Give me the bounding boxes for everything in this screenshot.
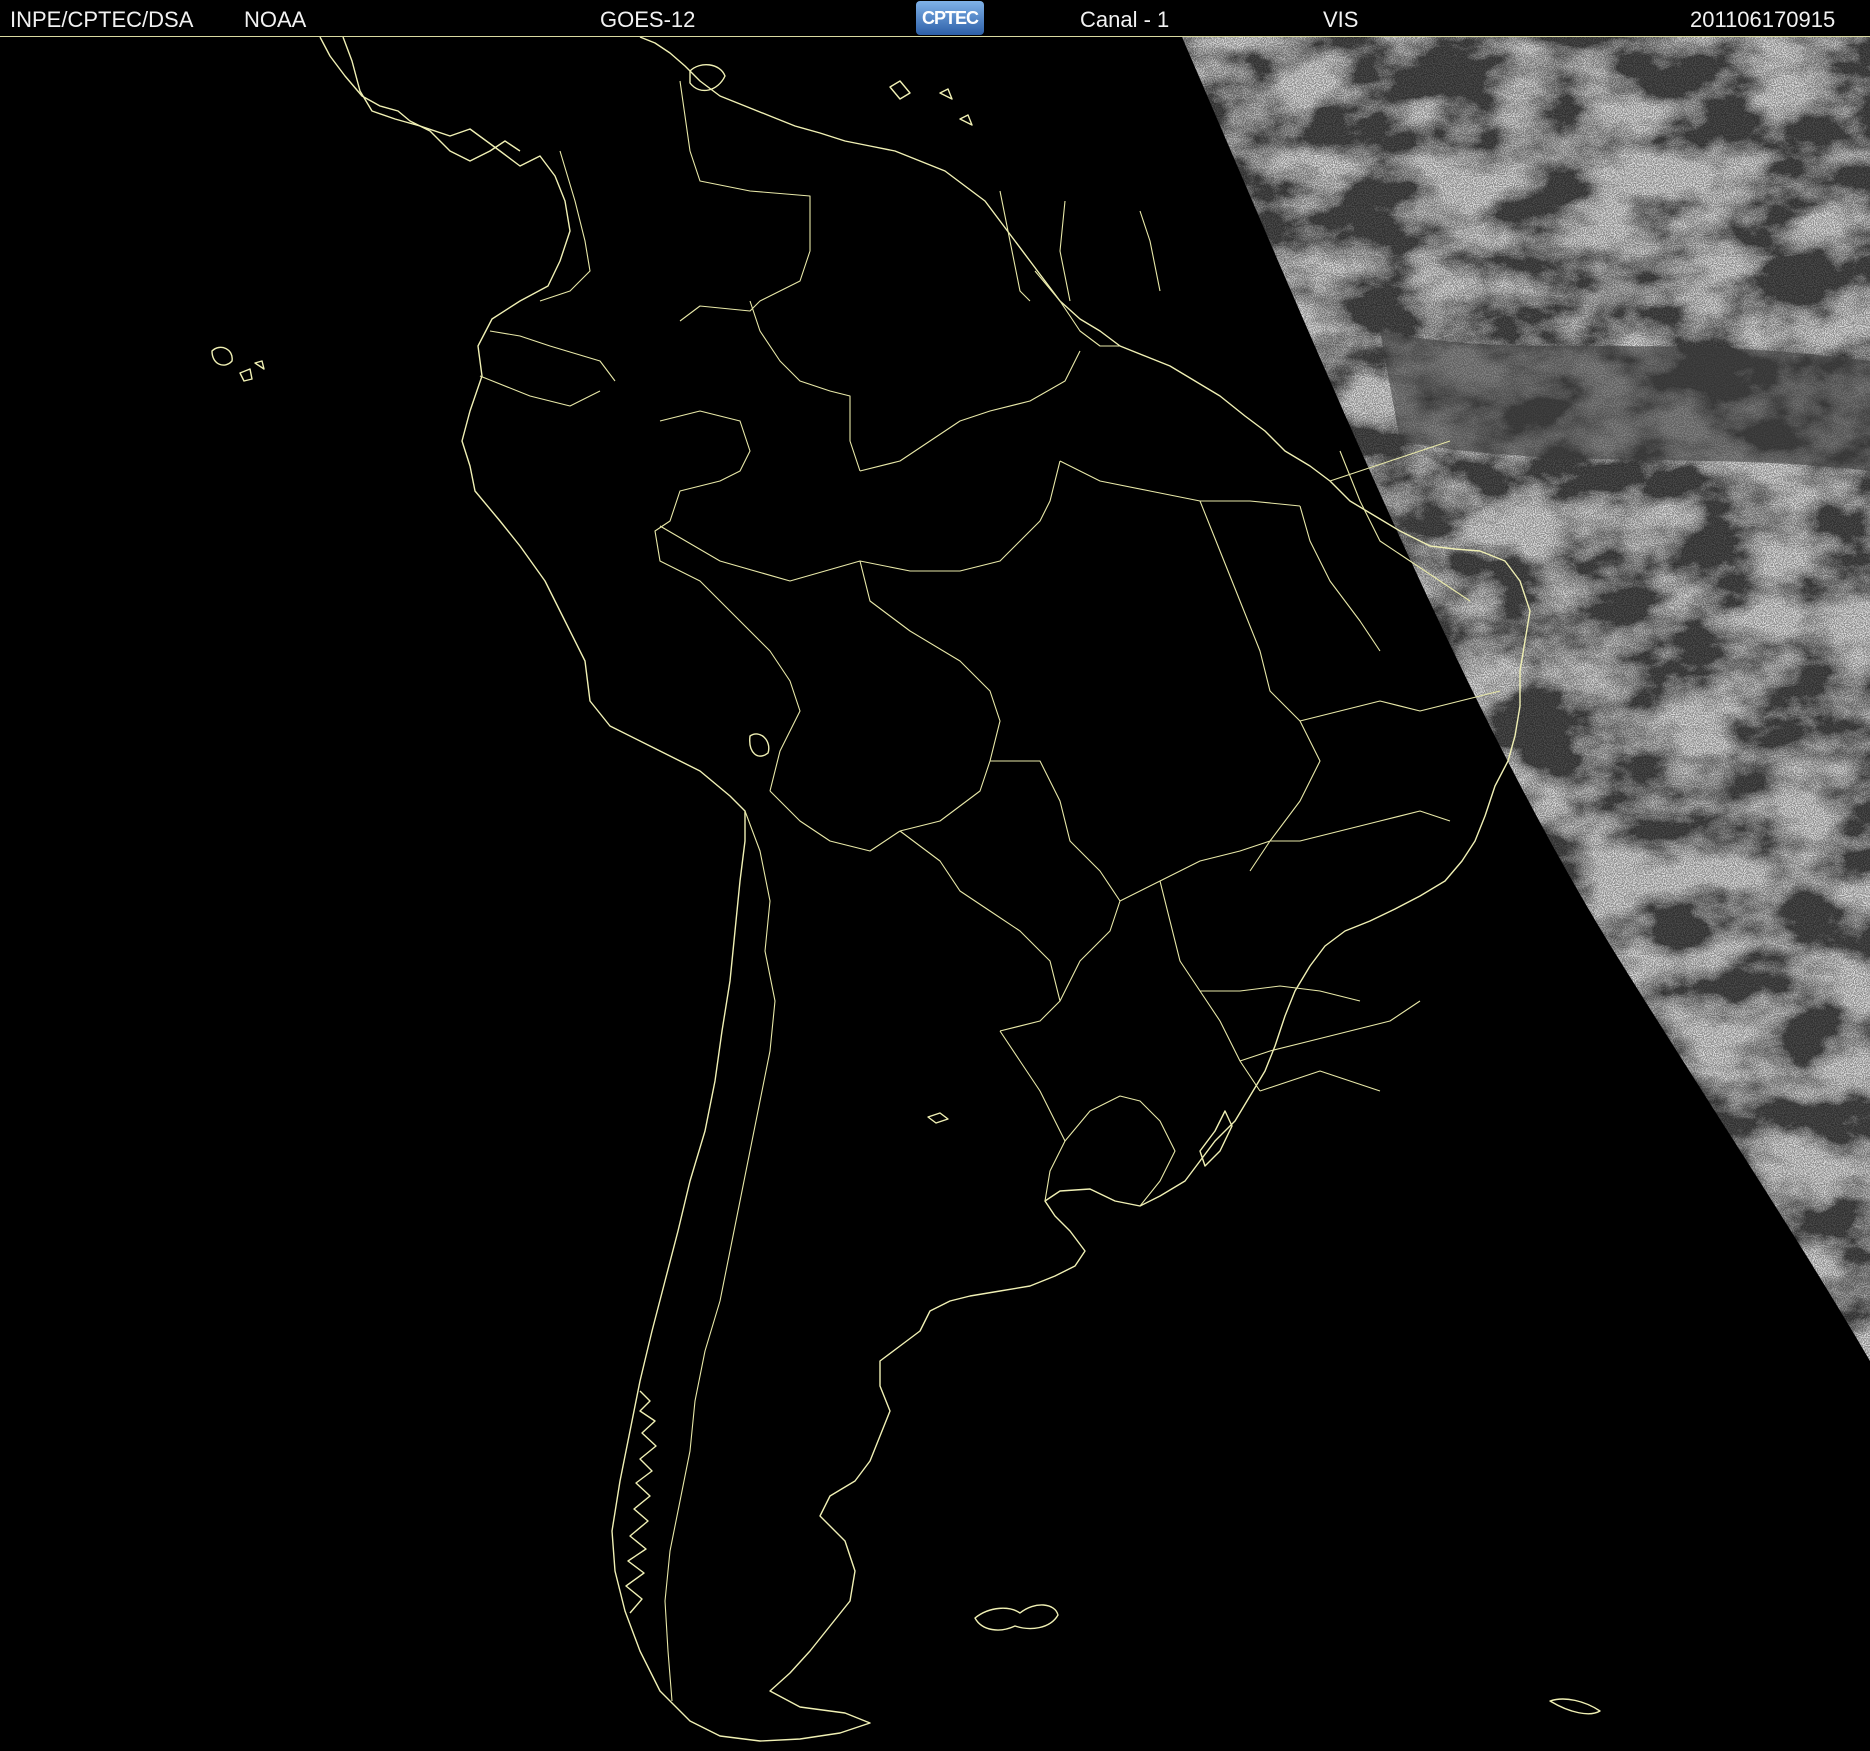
source-label: NOAA bbox=[244, 7, 307, 32]
caribbean-islands bbox=[689, 64, 973, 126]
channel-label: Canal - 1 bbox=[1080, 7, 1170, 32]
falkland-islands bbox=[974, 1604, 1059, 1631]
day-side-clouds bbox=[1182, 37, 1870, 1361]
satellite-map bbox=[0, 36, 1870, 1751]
south-georgia-island bbox=[1549, 1698, 1601, 1715]
galapagos-islands bbox=[211, 346, 265, 382]
cptec-logo: CPTEC bbox=[916, 1, 984, 35]
chilean-fjords bbox=[625, 1390, 657, 1614]
datetime-label: 201106170915 bbox=[1690, 7, 1836, 32]
lake-titicaca bbox=[749, 733, 770, 757]
map-svg bbox=[211, 37, 1870, 1742]
lagoa-dos-patos bbox=[1199, 1110, 1233, 1167]
small-island bbox=[927, 1112, 949, 1124]
band-label: VIS bbox=[1323, 7, 1359, 32]
image-header: INPE/CPTEC/DSA NOAA GOES-12 CPTEC Canal … bbox=[0, 0, 1870, 36]
agency-label: INPE/CPTEC/DSA bbox=[10, 7, 194, 32]
satellite-label: GOES-12 bbox=[600, 7, 696, 32]
